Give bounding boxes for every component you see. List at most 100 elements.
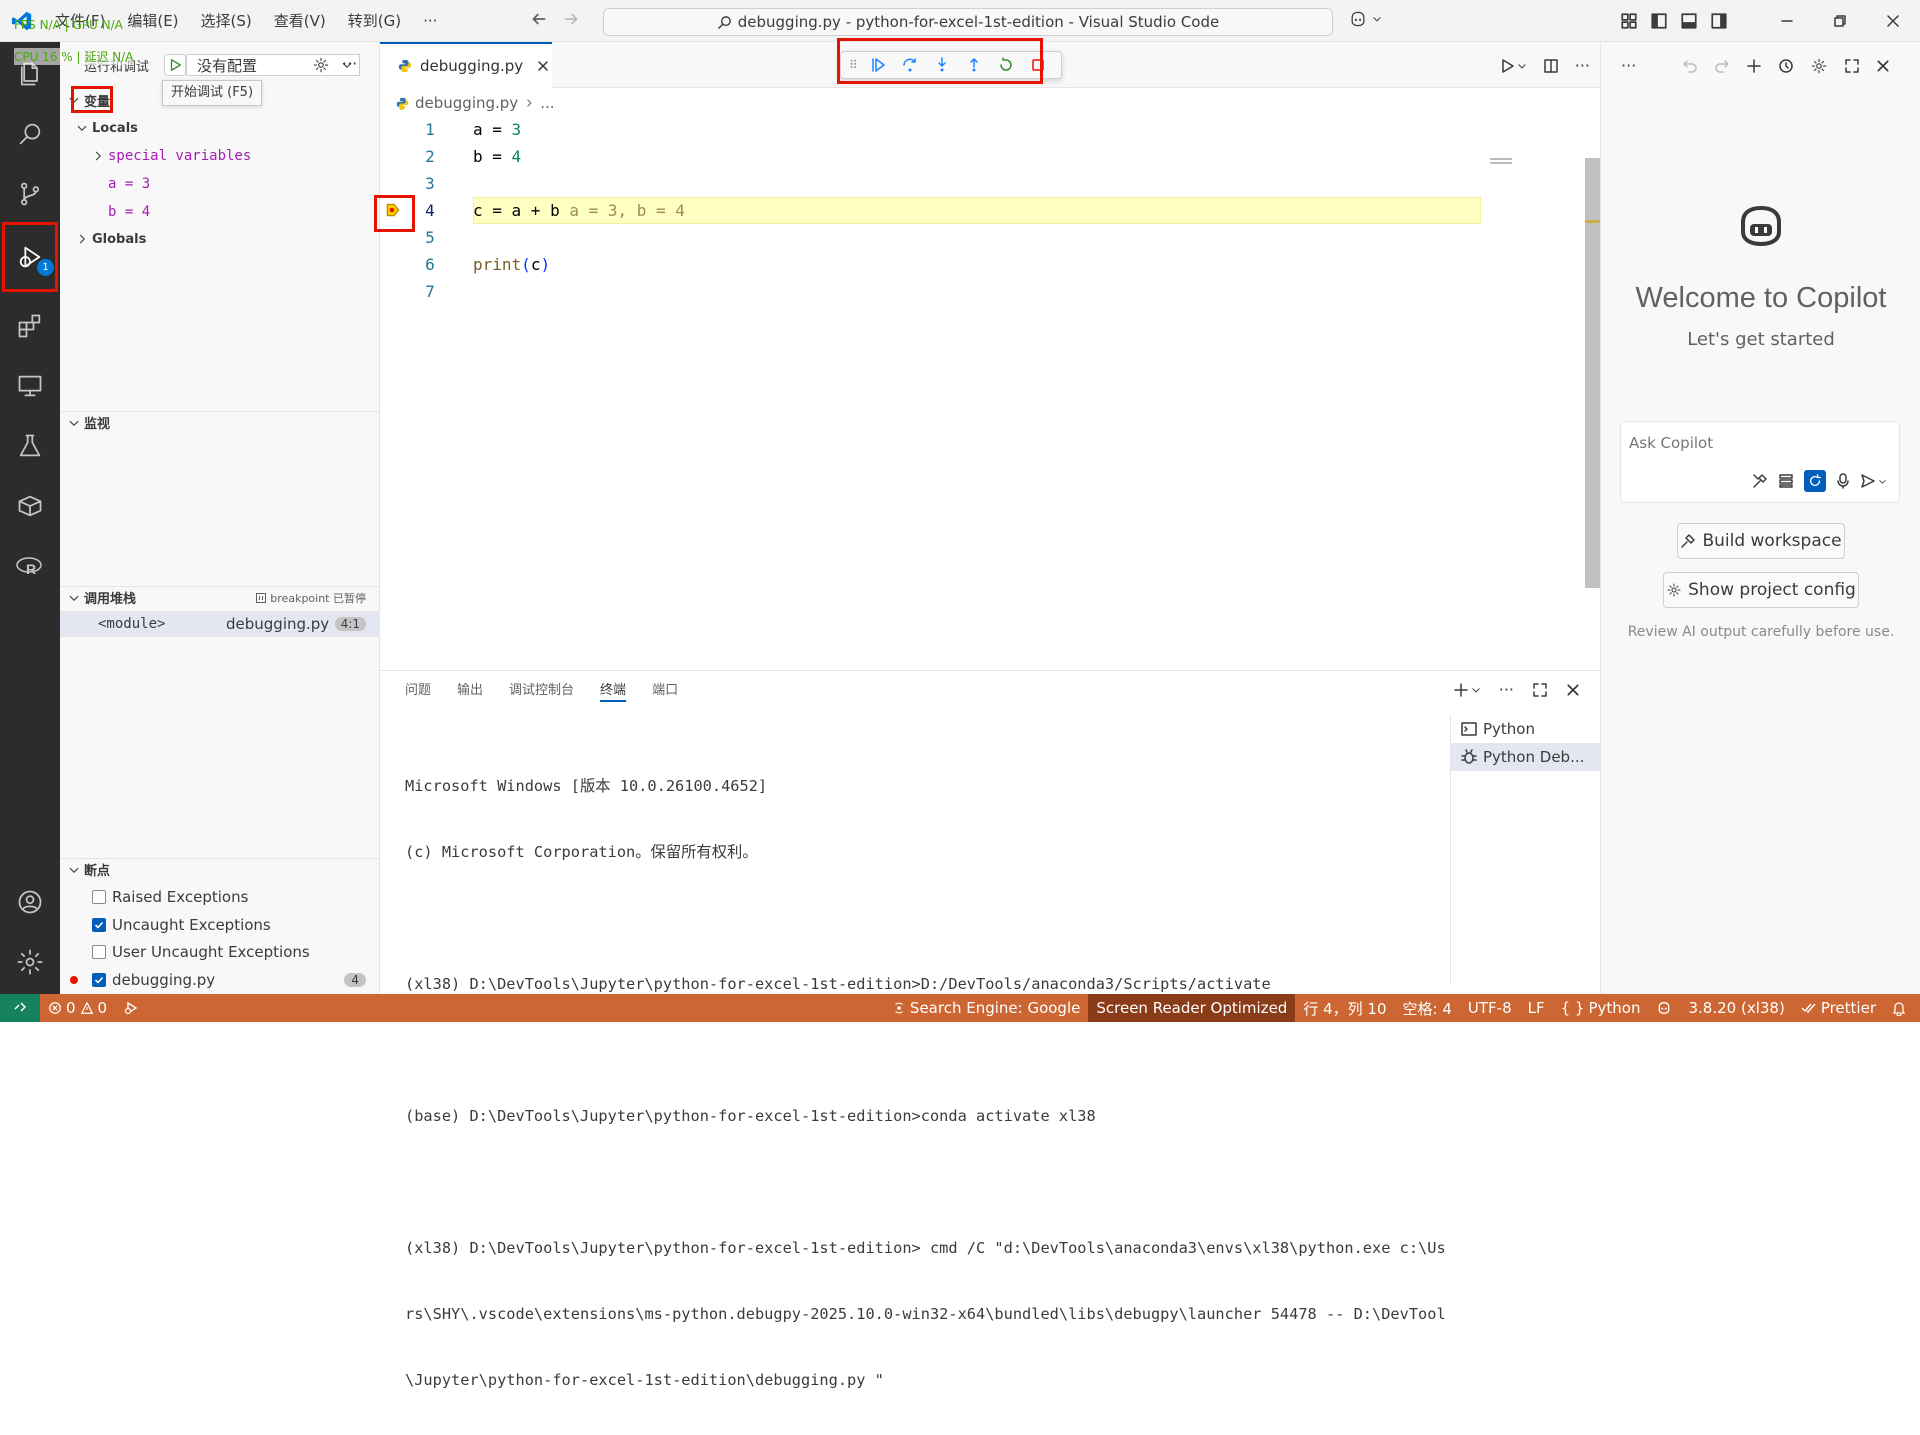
copilot-chat-input[interactable]: Ask Copilot bbox=[1620, 421, 1900, 503]
settings-gear-icon[interactable] bbox=[1810, 57, 1828, 75]
checkbox-checked[interactable] bbox=[92, 918, 106, 932]
back-arrow-icon[interactable] bbox=[530, 10, 548, 28]
globals-scope[interactable]: Globals bbox=[60, 228, 380, 250]
remote-indicator-icon[interactable] bbox=[0, 994, 40, 1022]
checkbox-checked[interactable] bbox=[92, 973, 106, 987]
r-language-icon[interactable]: R bbox=[0, 536, 60, 596]
new-chat-icon[interactable] bbox=[1746, 58, 1762, 74]
debug-config-select[interactable]: 没有配置 bbox=[186, 54, 360, 76]
breadcrumb-more[interactable]: ... bbox=[540, 94, 554, 112]
search-engine-status[interactable]: Search Engine: Google bbox=[884, 994, 1088, 1022]
source-control-icon[interactable] bbox=[0, 164, 60, 224]
bp-file-debugging[interactable]: debugging.py 4 bbox=[60, 969, 380, 991]
checkbox-unchecked[interactable] bbox=[92, 890, 106, 904]
variable-a-row[interactable]: a = 3 bbox=[60, 173, 380, 195]
menu-selection[interactable]: 选择(S) bbox=[190, 0, 263, 42]
maximize-panel-icon[interactable] bbox=[1532, 682, 1548, 698]
account-icon[interactable] bbox=[0, 872, 60, 932]
split-editor-icon[interactable] bbox=[1543, 58, 1559, 74]
maximize-icon[interactable] bbox=[1844, 58, 1860, 74]
minimap[interactable] bbox=[1490, 158, 1512, 164]
eol-status[interactable]: LF bbox=[1520, 994, 1553, 1022]
start-debugging-button[interactable] bbox=[164, 54, 186, 76]
checkbox-unchecked[interactable] bbox=[92, 945, 106, 959]
context-list-icon[interactable] bbox=[1778, 473, 1794, 489]
close-panel-icon[interactable] bbox=[1566, 683, 1580, 697]
indentation-status[interactable]: 空格: 4 bbox=[1395, 994, 1460, 1022]
step-into-icon[interactable] bbox=[931, 54, 953, 76]
more-actions-icon[interactable]: ··· bbox=[1621, 56, 1636, 75]
menu-view[interactable]: 查看(V) bbox=[263, 0, 337, 42]
copilot-menu-button[interactable] bbox=[1348, 9, 1382, 29]
python-env-status[interactable]: 3.8.20 (xl38) bbox=[1680, 994, 1792, 1022]
bp-uncaught-exceptions[interactable]: Uncaught Exceptions bbox=[60, 914, 380, 936]
variable-b-row[interactable]: b = 4 bbox=[60, 201, 380, 223]
command-center-search[interactable]: debugging.py - python-for-excel-1st-edit… bbox=[603, 8, 1333, 36]
breadcrumb-file[interactable]: debugging.py bbox=[415, 94, 518, 112]
cursor-position-status[interactable]: 行 4，列 10 bbox=[1295, 994, 1394, 1022]
more-actions-icon[interactable]: ··· bbox=[1575, 56, 1590, 75]
terminal-item-python-debug[interactable]: Python Deb... bbox=[1451, 743, 1600, 771]
encoding-status[interactable]: UTF-8 bbox=[1460, 994, 1520, 1022]
tab-ports[interactable]: 端口 bbox=[639, 671, 691, 705]
new-terminal-icon[interactable] bbox=[1453, 682, 1481, 698]
toggle-primary-sidebar-icon[interactable] bbox=[1650, 12, 1668, 30]
run-python-file-icon[interactable] bbox=[1499, 58, 1527, 74]
tab-problems[interactable]: 问题 bbox=[392, 671, 444, 705]
more-actions-icon[interactable]: ··· bbox=[1499, 680, 1514, 699]
step-out-icon[interactable] bbox=[963, 54, 985, 76]
show-project-config-button[interactable]: Show project config bbox=[1663, 572, 1859, 608]
tools-icon[interactable] bbox=[1752, 473, 1768, 489]
prettier-status[interactable]: Prettier bbox=[1793, 994, 1884, 1022]
debug-status-icon[interactable] bbox=[115, 994, 147, 1022]
run-and-debug-icon[interactable]: 1 bbox=[2, 222, 58, 292]
build-workspace-button[interactable]: Build workspace bbox=[1677, 523, 1845, 559]
send-icon[interactable] bbox=[1860, 473, 1887, 489]
special-variables-row[interactable]: special variables bbox=[60, 145, 380, 167]
stop-icon[interactable] bbox=[1027, 54, 1049, 76]
drag-handle-icon[interactable]: ⠿ bbox=[849, 58, 858, 72]
terminal-item-python[interactable]: Python bbox=[1451, 715, 1600, 743]
continue-icon[interactable] bbox=[867, 54, 889, 76]
undo-icon[interactable] bbox=[1682, 58, 1698, 74]
language-mode-status[interactable]: { } Python bbox=[1553, 994, 1649, 1022]
notifications-bell-icon[interactable] bbox=[1884, 994, 1920, 1022]
menu-edit[interactable]: 编辑(E) bbox=[116, 0, 189, 42]
menu-more[interactable]: ··· bbox=[412, 0, 448, 42]
toggle-panel-icon[interactable] bbox=[1680, 12, 1698, 30]
customize-layout-icon[interactable] bbox=[1620, 12, 1638, 30]
testing-flask-icon[interactable] bbox=[0, 416, 60, 476]
terminal-output[interactable]: Microsoft Windows [版本 10.0.26100.4652] (… bbox=[405, 731, 1445, 1435]
manage-gear-icon[interactable] bbox=[0, 932, 60, 992]
close-icon[interactable] bbox=[1876, 59, 1890, 73]
open-launch-json-gear-icon[interactable] bbox=[312, 56, 330, 74]
history-icon[interactable] bbox=[1778, 58, 1794, 74]
bp-raised-exceptions[interactable]: Raised Exceptions bbox=[60, 886, 380, 908]
agent-mode-icon[interactable] bbox=[1804, 470, 1826, 492]
more-actions-icon[interactable]: ··· bbox=[342, 54, 357, 73]
copilot-status-icon[interactable] bbox=[1648, 994, 1680, 1022]
microphone-icon[interactable] bbox=[1836, 473, 1850, 489]
step-over-icon[interactable] bbox=[899, 54, 921, 76]
tab-output[interactable]: 输出 bbox=[444, 671, 496, 705]
watch-section-header[interactable]: 监视 bbox=[60, 411, 380, 433]
close-window-icon[interactable] bbox=[1866, 0, 1919, 42]
breakpoints-section-header[interactable]: 断点 bbox=[60, 858, 380, 880]
forward-arrow-icon[interactable] bbox=[562, 10, 580, 28]
toggle-secondary-sidebar-icon[interactable] bbox=[1710, 12, 1728, 30]
problems-indicator[interactable]: 0 0 bbox=[40, 994, 115, 1022]
callstack-section-header[interactable]: 调用堆栈 breakpoint 已暂停 bbox=[60, 586, 380, 608]
redo-icon[interactable] bbox=[1714, 58, 1730, 74]
editor-scrollbar[interactable] bbox=[1585, 158, 1600, 588]
tab-terminal[interactable]: 终端 bbox=[587, 671, 639, 705]
restore-icon[interactable] bbox=[1813, 0, 1866, 42]
restart-icon[interactable] bbox=[995, 54, 1017, 76]
locals-scope[interactable]: Locals bbox=[60, 117, 380, 139]
tab-debugging-py[interactable]: debugging.py bbox=[380, 42, 552, 88]
remote-explorer-icon[interactable] bbox=[0, 356, 60, 416]
search-view-icon[interactable] bbox=[0, 104, 60, 164]
extensions-icon[interactable] bbox=[0, 296, 60, 356]
screen-reader-status[interactable]: Screen Reader Optimized bbox=[1088, 994, 1296, 1022]
callstack-frame[interactable]: <module> debugging.py 4:1 bbox=[60, 611, 380, 637]
bp-user-uncaught-exceptions[interactable]: User Uncaught Exceptions bbox=[60, 941, 380, 963]
